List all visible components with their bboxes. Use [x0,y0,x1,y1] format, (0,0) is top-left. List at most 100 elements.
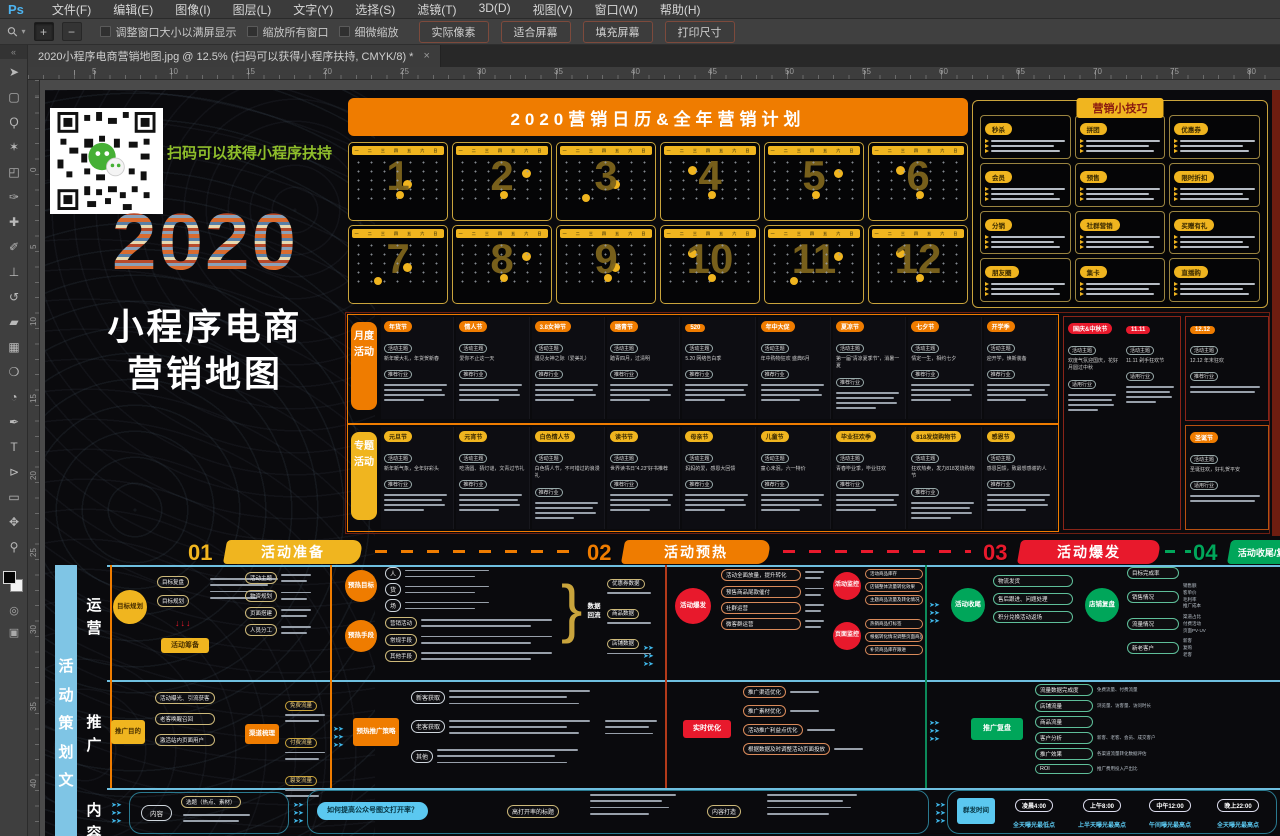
theme-text: 白色情人节，不可错过的浪漫礼 [535,466,601,481]
option-button[interactable]: 适合屏幕 [501,21,571,43]
topic-pill: 选题（热点、素材） [181,796,241,808]
industry-text-lines [987,384,1053,401]
option-button[interactable]: 填充屏幕 [583,21,653,43]
phase-banner-2: 活动预热 [621,540,771,564]
calendar-month: 一 二 三 四 五 六 日 7 [348,225,448,304]
tool-button[interactable]: ✚ [0,209,28,234]
tool-button[interactable]: Ϙ [0,109,28,134]
tool-button[interactable]: ▢ [0,84,28,109]
menu-item[interactable]: 文字(Y) [293,1,333,18]
menu-item[interactable]: 帮助(H) [660,1,701,18]
quick-mask-icon[interactable]: ◎ [0,599,28,621]
checkbox-icon[interactable] [339,26,350,37]
tool-button[interactable]: ▰ [0,309,28,334]
right-promo-card: 12.12 活动主题 12.12 年末狂欢 推荐行业 [1185,316,1269,421]
tool-button[interactable]: ⊥ [0,259,28,284]
industry-tag: 推荐行业 [535,488,563,497]
tip-card: 买赠有礼 [1169,211,1260,255]
special-activity-card: 读书节 活动主题 世界读书日“4.23”好书推荐 推荐行业 [607,427,680,529]
tool-button[interactable]: ↺ [0,284,28,309]
poster-year: 2020 [60,202,350,282]
panel-collapse-icon[interactable]: « [0,45,27,59]
option-button[interactable]: 打印尺寸 [665,21,735,43]
promo-title: 国庆&中秋节 [1068,323,1112,334]
menu-item[interactable]: 视图(V) [533,1,573,18]
ruler-tick-label: 35 [554,67,631,76]
monthly-cards-row: 年货节 活动主题 新年暖大礼，年货贺新春 推荐行业 情人节 活动主题 爱你不止这… [381,317,1057,419]
tool-button[interactable]: ◰ [0,159,28,184]
tool-button[interactable]: ✑ [0,184,28,209]
industry-text-lines [1190,386,1264,393]
calendar-month: 一 二 三 四 五 六 日 2 [452,142,552,221]
item-text-lines [405,567,493,579]
menu-item[interactable]: 文件(F) [52,1,91,18]
time-note: 全天曝光最高点 [1207,820,1269,829]
menu-item[interactable]: 图层(L) [233,1,272,18]
option-checkbox[interactable]: 调整窗口大小以满屏显示 [100,24,237,40]
tool-preset-dropdown-icon[interactable]: ▾ [22,27,26,36]
menu-bar: Ps 文件(F)编辑(E)图像(I)图层(L)文字(Y)选择(S)滤镜(T)3D… [0,0,1280,19]
promo-review-item: ROI 推广费用投入产出比 [1035,764,1156,774]
tip-card: 分销 [980,211,1071,255]
review-item: 新老客户 新客 复购 老客 [1127,638,1271,658]
big-promo-column: 国庆&中秋节 活动主题 欢度气氛迎国庆，花好月圆过中秋 适用行业 11.11 活… [1063,316,1181,530]
menu-item[interactable]: 3D(D) [479,1,511,18]
checkbox-icon[interactable] [100,26,111,37]
zoom-in-button[interactable]: + [34,22,54,41]
activity-title: 毕业狂欢季 [836,431,876,442]
close-tab-icon[interactable]: × [423,50,429,62]
theme-tag: 活动主题 [610,454,638,463]
tool-button[interactable]: ✒ [0,409,28,434]
activity-title: 踏青节 [610,321,638,332]
phase-number-1: 01 [188,540,212,566]
tool-button[interactable]: ✥ [0,509,28,534]
monthly-activity-card: 3.8女神节 活动主题 遇见女神之际（爱美礼） 推荐行业 [532,317,605,419]
sub-branch-lines [605,718,660,737]
menu-item[interactable]: 滤镜(T) [417,1,456,18]
review-sub-text: 渠道占比 付费活动 页面PV·UV [1183,614,1271,634]
tool-button[interactable]: ◔ [0,384,28,409]
time-pill: 上午8:00 [1083,799,1121,812]
theme-tag: 活动主题 [987,454,1015,463]
item-text-lines [437,747,585,766]
option-button[interactable]: 实际像素 [419,21,489,43]
tool-button[interactable]: ❍ [0,359,28,384]
foreground-color-swatch[interactable] [3,571,16,584]
industry-text-lines [685,384,751,401]
big-promo-card: 11.11 活动主题 11.11 剁手狂欢节 适用行业 [1122,317,1180,529]
option-checkbox[interactable]: 细微缩放 [339,24,399,40]
tool-button[interactable]: T [0,434,28,459]
ruler-tick-label: 40 [631,67,708,76]
poster-title-line1: 小程序电商 [60,298,350,350]
canvas-area[interactable]: 扫码可以获得小程序扶持 2020 小程序电商 营销地图 2020营销日历&全年营… [40,80,1280,836]
menu-item[interactable]: 编辑(E) [113,1,153,18]
monthly-activity-card: 年中大促 活动主题 年中购物狂欢 盛典6月 推荐行业 [758,317,831,419]
tool-button[interactable]: ✐ [0,234,28,259]
menu-item[interactable]: 窗口(W) [595,1,638,18]
review-sub-text: 新客、老客、会员、成交客户 [1097,735,1156,742]
phase-banner-1: 活动准备 [223,540,363,564]
document-tab[interactable]: 2020小程序电商营销地图.jpg @ 12.5% (扫码可以获得小程序扶持, … [28,45,441,67]
optimize-item: 活动推广利益点优化 [743,724,864,736]
special-activity-card: 母亲节 活动主题 妈妈的爱，感恩大回馈 推荐行业 [682,427,755,529]
zoom-out-button[interactable]: − [62,22,82,41]
flow-arrows-icon [929,602,939,626]
menu-item[interactable]: 选择(S) [355,1,395,18]
tool-button[interactable]: ⊳ [0,459,28,484]
promo-review-item: 店铺流量 浏览量、访客量、访问时长 [1035,700,1156,712]
checkbox-icon[interactable] [247,26,258,37]
flow-arrows-icon [293,802,303,826]
color-swatches[interactable] [0,569,28,599]
activity-title: 3.8女神节 [535,321,571,332]
item-text-lines [607,620,653,626]
tool-button[interactable]: ⚲ [0,534,28,559]
screen-mode-icon[interactable]: ▣ [0,621,28,643]
scan-hint-text: 扫码可以获得小程序扶持 [167,142,332,163]
item-text-lines [790,708,820,714]
tool-button[interactable]: ➤ [0,59,28,84]
tool-button[interactable]: ▭ [0,484,28,509]
tool-button[interactable]: ✶ [0,134,28,159]
menu-item[interactable]: 图像(I) [175,1,210,18]
option-checkbox[interactable]: 缩放所有窗口 [247,24,329,40]
tool-button[interactable]: ▦ [0,334,28,359]
